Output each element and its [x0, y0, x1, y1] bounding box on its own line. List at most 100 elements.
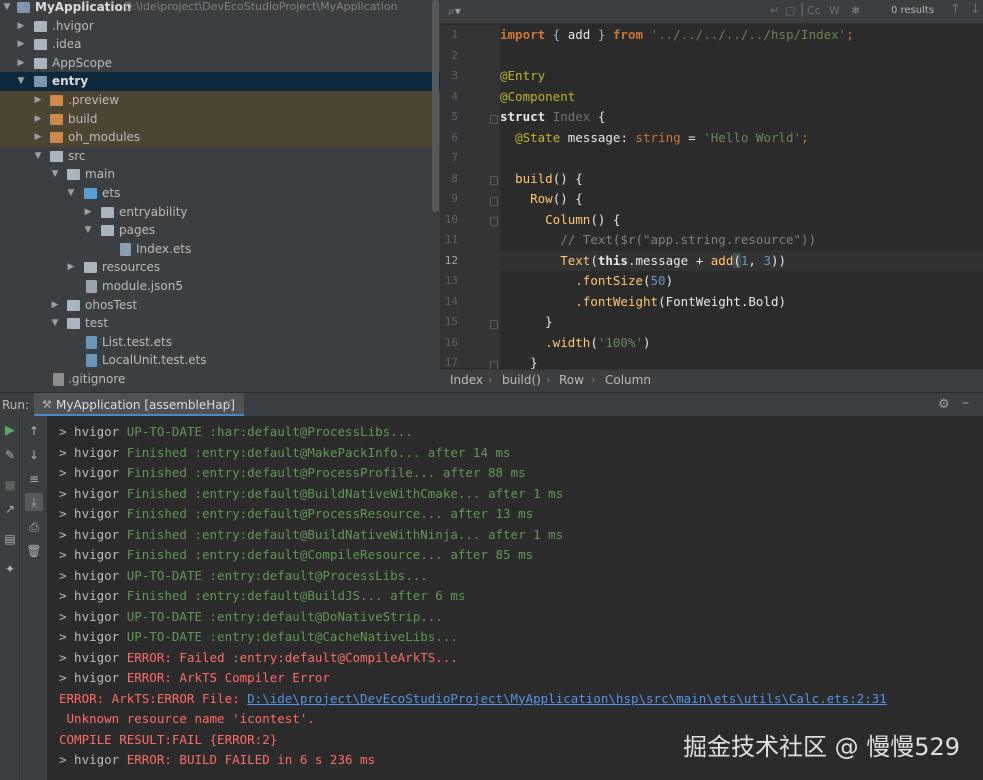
- previous-occurrence-icon[interactable]: ↑: [950, 2, 961, 17]
- tree-item-src[interactable]: ▼ src: [0, 147, 440, 166]
- whole-word-toggle[interactable]: W: [829, 4, 840, 17]
- folder-icon: [67, 169, 80, 181]
- console-timing: after 1 ms: [480, 485, 564, 501]
- tree-item-preview[interactable]: ▶ .preview: [0, 91, 440, 110]
- chevron-down-icon[interactable]: ▼: [66, 184, 76, 203]
- run-console[interactable]: > hvigor UP-TO-DATE :har:default@Process…: [48, 416, 983, 780]
- wrench-icon[interactable]: ✎: [1, 446, 19, 464]
- tree-item-oh-modules[interactable]: ▶ oh_modules: [0, 128, 440, 147]
- tree-item-index-ets[interactable]: Index.ets: [0, 240, 440, 259]
- project-tree: ▼ MyApplication D:\ide\project\DevEcoStu…: [0, 0, 440, 392]
- error-file-link[interactable]: D:\ide\project\DevEcoStudioProject\MyApp…: [247, 691, 887, 706]
- soft-wrap-icon[interactable]: ≡: [25, 470, 43, 488]
- tree-item-appscope[interactable]: ▶ AppScope: [0, 54, 440, 73]
- line-number: 6: [451, 130, 458, 144]
- tree-scrollbar[interactable]: [432, 0, 439, 212]
- module-folder-icon: [34, 76, 47, 88]
- string-literal: 'Hello World': [703, 129, 802, 145]
- open-external-icon[interactable]: ↗: [1, 500, 19, 518]
- chevron-right-icon[interactable]: ▶: [83, 203, 93, 222]
- console-status: Finished: [126, 485, 187, 501]
- match-case-toggle[interactable]: Cc: [807, 4, 821, 17]
- watermark: 掘金技术社区 @ 慢慢529: [683, 733, 961, 761]
- chevron-down-icon[interactable]: ▼: [50, 165, 60, 184]
- code-text: () {: [552, 191, 583, 206]
- chevron-down-icon[interactable]: ▼: [83, 221, 93, 240]
- test-file-icon: [86, 335, 97, 349]
- arrow-up-icon[interactable]: ↑: [25, 422, 43, 440]
- test-file-icon: [86, 354, 97, 368]
- function-name: Column: [545, 211, 591, 227]
- tree-item-entry[interactable]: ▼ entry: [0, 72, 440, 91]
- chevron-right-icon[interactable]: ▶: [33, 128, 43, 147]
- chevron-down-icon[interactable]: ▼: [16, 72, 26, 91]
- chevron-down-icon[interactable]: ▼: [2, 0, 12, 17]
- replace-icon[interactable]: ↵: [770, 4, 779, 17]
- chevron-right-icon[interactable]: ▶: [16, 17, 26, 36]
- next-occurrence-icon[interactable]: ↓: [970, 2, 981, 17]
- tree-item-module-json5[interactable]: module.json5: [0, 277, 440, 296]
- fold-marker-icon[interactable]: [490, 115, 498, 124]
- console-task: :entry:default@ProcessLibs...: [202, 567, 428, 583]
- console-error-text: ERROR: ArkTS Compiler Error: [126, 670, 330, 685]
- chevron-right-icon[interactable]: ▶: [66, 258, 76, 277]
- stop-icon[interactable]: ■: [1, 476, 19, 494]
- tree-item-ohostest[interactable]: ▶ ohosTest: [0, 296, 440, 315]
- fold-marker-icon[interactable]: [490, 320, 498, 329]
- line-number: 4: [451, 89, 458, 103]
- console-task: :entry:default@BuildNativeWithCmake...: [186, 485, 481, 501]
- chevron-right-icon[interactable]: ▶: [50, 296, 60, 315]
- tree-item-build[interactable]: ▶ build: [0, 109, 440, 129]
- tree-item-resources[interactable]: ▶ resources: [0, 258, 440, 277]
- tree-item-pages[interactable]: ▼ pages: [0, 221, 440, 240]
- tree-item-root[interactable]: ▼ MyApplication D:\ide\project\DevEcoStu…: [0, 0, 440, 17]
- tree-item-ets[interactable]: ▼ ets: [0, 184, 440, 203]
- tree-item-localunit-test[interactable]: LocalUnit.test.ets: [0, 351, 440, 370]
- console-prefix: > hvigor: [59, 444, 127, 460]
- arrow-down-icon[interactable]: ↓: [25, 446, 43, 464]
- tree-item-list-test[interactable]: List.test.ets: [0, 333, 440, 352]
- console-timing: after 88 ms: [435, 465, 526, 480]
- console-task: :entry:default@CompileResource...: [186, 547, 443, 562]
- print-icon[interactable]: ⎙: [25, 518, 43, 536]
- breadcrumb-item[interactable]: Row: [559, 373, 584, 387]
- run-tab[interactable]: ⚒ MyApplication [assembleHap] ×: [34, 393, 244, 417]
- console-line: > hvigor UP-TO-DATE :har:default@Process…: [59, 422, 979, 443]
- gear-icon[interactable]: ⚙: [938, 397, 950, 412]
- scroll-to-end-icon[interactable]: ⤓: [25, 493, 43, 511]
- code-line-9: Row() {: [500, 189, 983, 210]
- code-editor[interactable]: ⌕▾ ↵ ▢ | Cc W ✱ 0 results ↑ ↓ 1 2 3 4 5 …: [440, 0, 983, 392]
- trash-icon[interactable]: 🗑: [25, 542, 43, 560]
- number-literal: 50: [650, 273, 666, 288]
- chevron-right-icon[interactable]: ▶: [16, 54, 26, 73]
- close-icon[interactable]: ×: [224, 398, 232, 409]
- fold-marker-icon[interactable]: [490, 217, 498, 226]
- regex-toggle[interactable]: ✱: [851, 4, 860, 17]
- tree-item-idea[interactable]: ▶ .idea: [0, 35, 440, 54]
- regex-history-icon[interactable]: ▢: [785, 4, 795, 17]
- fold-marker-icon[interactable]: [490, 176, 498, 185]
- fold-marker-icon[interactable]: [490, 197, 498, 206]
- tree-item-gitignore[interactable]: .gitignore: [0, 370, 440, 389]
- breadcrumb-item[interactable]: Index: [450, 373, 483, 387]
- tree-item-hvigor[interactable]: ▶ .hvigor: [0, 17, 440, 36]
- chevron-down-icon[interactable]: ▼: [33, 147, 43, 166]
- chevron-right-icon[interactable]: ▶: [16, 35, 26, 54]
- tree-item-test[interactable]: ▼ test: [0, 314, 440, 333]
- chevron-down-icon[interactable]: ▼: [50, 314, 60, 333]
- breadcrumb-item[interactable]: Column: [605, 373, 651, 387]
- folder-icon: [34, 39, 47, 51]
- line-number-current: 12: [444, 253, 458, 267]
- layout-icon[interactable]: ▤: [1, 530, 19, 548]
- search-icon[interactable]: ⌕▾: [448, 4, 461, 19]
- pin-icon[interactable]: ✦: [1, 560, 19, 578]
- tree-item-main[interactable]: ▼ main: [0, 165, 440, 184]
- chevron-right-icon[interactable]: ▶: [33, 110, 43, 129]
- tree-item-entryability[interactable]: ▶ entryability: [0, 203, 440, 222]
- code-text: () {: [552, 170, 583, 186]
- tree-item-label: LocalUnit.test.ets: [102, 353, 207, 368]
- rerun-icon[interactable]: ▶: [1, 422, 19, 440]
- breadcrumb-item[interactable]: build(): [502, 373, 541, 387]
- minimize-icon[interactable]: –: [962, 395, 969, 411]
- chevron-right-icon[interactable]: ▶: [33, 91, 43, 110]
